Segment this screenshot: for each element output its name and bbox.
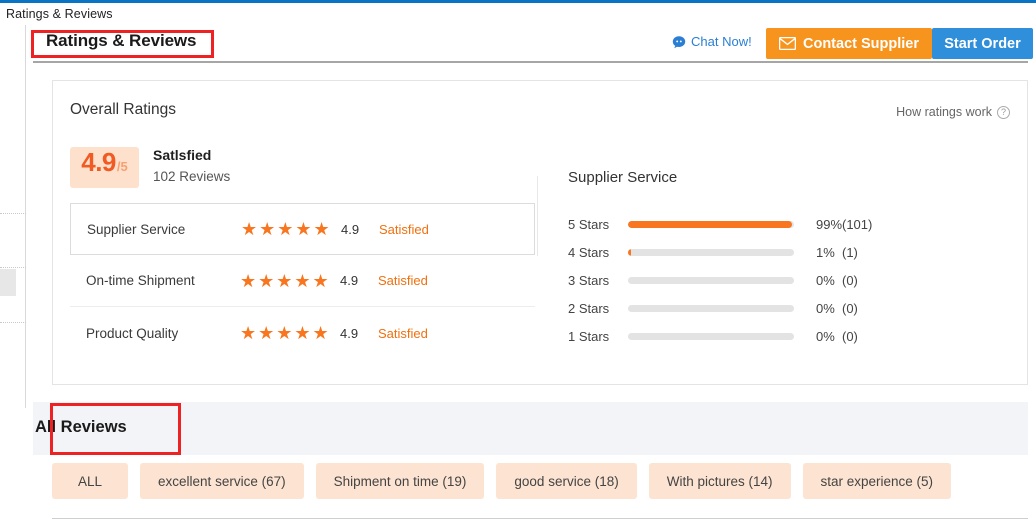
distribution-bar-track xyxy=(628,248,794,256)
left-rail-divider xyxy=(25,25,26,408)
overall-score-badge: 4.9 /5 xyxy=(70,147,139,188)
metric-row[interactable]: Product Quality ★★★★★ 4.9 Satisfied xyxy=(70,307,535,359)
distribution-percent: 0% xyxy=(816,328,835,344)
left-rail-dotted-separator xyxy=(0,213,26,214)
overall-score-value: 4.9 xyxy=(81,147,116,177)
distribution-row[interactable]: 1 Stars 0% (0) xyxy=(568,322,988,350)
breadcrumb: Ratings & Reviews xyxy=(6,7,113,21)
metric-name: Supplier Service xyxy=(87,221,186,237)
overall-review-count: 102 Reviews xyxy=(153,169,231,184)
filter-tag[interactable]: With pictures (14) xyxy=(648,463,791,499)
distribution-count: (101) xyxy=(842,216,873,232)
distribution-stars-label: 4 Stars xyxy=(568,244,610,260)
distribution-count: (0) xyxy=(842,328,858,344)
distribution-row[interactable]: 3 Stars 0% (0) xyxy=(568,266,988,294)
distribution-percent: 0% xyxy=(816,300,835,316)
metric-score: 4.9 xyxy=(341,221,360,237)
metric-name: Product Quality xyxy=(86,325,179,341)
distribution-bar-track xyxy=(628,220,794,228)
metric-label: Satisfied xyxy=(378,325,428,341)
star-rating-icon: ★★★★★ xyxy=(240,270,331,291)
rating-distribution-chart: Supplier Service 5 Stars 99% (101) 4 Sta… xyxy=(568,169,988,350)
star-rating-icon: ★★★★★ xyxy=(240,323,331,343)
distribution-bar-track xyxy=(628,304,794,312)
page-title: Ratings & Reviews xyxy=(46,31,197,50)
distribution-count: (0) xyxy=(842,300,858,316)
filter-tag[interactable]: Shipment on time (19) xyxy=(315,463,485,499)
distribution-bar-track xyxy=(628,276,794,284)
start-order-label: Start Order xyxy=(944,35,1021,52)
ratings-reviews-page: Ratings & Reviews Ratings & Reviews Chat… xyxy=(0,0,1036,528)
left-rail-dotted-separator xyxy=(0,267,26,268)
distribution-stars-label: 3 Stars xyxy=(568,272,610,288)
metric-name: On-time Shipment xyxy=(86,273,195,288)
distribution-percent: 1% xyxy=(816,244,835,260)
metric-score: 4.9 xyxy=(340,273,359,288)
distribution-bar-fill xyxy=(628,248,631,256)
filter-tag[interactable]: good service (18) xyxy=(496,463,637,499)
star-rating-icon: ★★★★★ xyxy=(241,219,332,239)
distribution-percent: 0% xyxy=(816,272,835,288)
distribution-bar-track xyxy=(628,332,794,340)
filter-tag[interactable]: star experience (5) xyxy=(802,463,952,499)
distribution-percent: 99% xyxy=(816,216,843,232)
distribution-row[interactable]: 5 Stars 99% (101) xyxy=(568,210,988,238)
overall-score-suffix: /5 xyxy=(116,159,128,174)
distribution-count: (1) xyxy=(842,244,858,260)
chat-now-label: Chat Now! xyxy=(691,34,752,49)
how-ratings-work-link[interactable]: How ratings work ? xyxy=(896,105,1010,119)
distribution-title: Supplier Service xyxy=(568,169,678,186)
distribution-stars-label: 5 Stars xyxy=(568,216,610,232)
contact-supplier-button[interactable]: Contact Supplier xyxy=(766,28,932,59)
all-reviews-band xyxy=(33,402,1028,455)
bottom-divider xyxy=(52,518,1028,519)
overall-ratings-title: Overall Ratings xyxy=(70,101,176,118)
distribution-row[interactable]: 4 Stars 1% (1) xyxy=(568,238,988,266)
chat-now-button[interactable]: Chat Now! xyxy=(672,34,752,49)
envelope-icon xyxy=(778,36,797,51)
how-ratings-work-label: How ratings work xyxy=(896,105,992,119)
question-mark-icon: ? xyxy=(997,105,1010,119)
filter-tag-all[interactable]: ALL xyxy=(52,463,129,499)
distribution-row[interactable]: 2 Stars 0% (0) xyxy=(568,294,988,322)
left-rail-dotted-separator xyxy=(0,322,26,323)
distribution-bar-fill xyxy=(628,220,793,228)
filter-tag[interactable]: excellent service (67) xyxy=(140,463,304,499)
overall-score-word: Satlsfied xyxy=(153,147,212,163)
start-order-button[interactable]: Start Order xyxy=(932,28,1033,59)
review-filter-tags: ALL excellent service (67) Shipment on t… xyxy=(52,463,952,499)
distribution-count: (0) xyxy=(842,272,858,288)
all-reviews-tab[interactable]: All Reviews xyxy=(35,418,127,437)
distribution-stars-label: 1 Stars xyxy=(568,328,610,344)
metric-score: 4.9 xyxy=(340,325,359,341)
chat-bubble-icon xyxy=(672,35,686,49)
scrollbar-thumb[interactable] xyxy=(0,269,16,296)
distribution-stars-label: 2 Stars xyxy=(568,300,610,316)
contact-supplier-label: Contact Supplier xyxy=(802,35,919,52)
metric-row[interactable]: Supplier Service ★★★★★ 4.9 Satisfied xyxy=(70,203,535,255)
metric-label: Satisfied xyxy=(378,273,428,288)
card-vertical-divider xyxy=(537,176,538,256)
metric-list: Supplier Service ★★★★★ 4.9 Satisfied On-… xyxy=(70,203,535,359)
metric-row[interactable]: On-time Shipment ★★★★★ 4.9 Satisfied xyxy=(70,255,535,307)
overall-ratings-card: Overall Ratings How ratings work ? 4.9 /… xyxy=(52,80,1028,385)
browser-top-strip xyxy=(0,0,1036,3)
metric-label: Satisfied xyxy=(379,221,429,237)
header-divider xyxy=(33,61,1028,63)
